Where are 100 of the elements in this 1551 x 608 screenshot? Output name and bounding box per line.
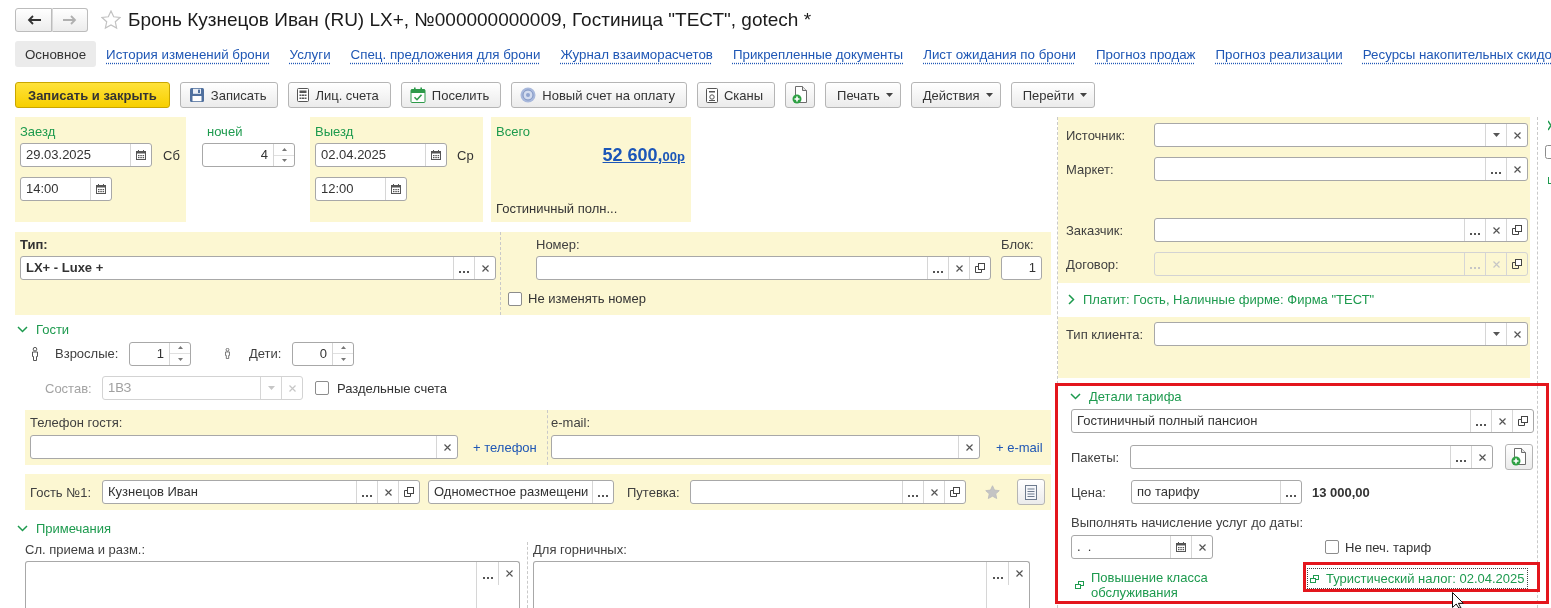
caret-down-icon (177, 357, 183, 361)
field-label: Договор: (1066, 256, 1120, 272)
caret-up-icon (340, 346, 346, 350)
nav-link[interactable]: Журнал взаиморасчетов (550, 41, 723, 67)
cross-icon (1015, 570, 1023, 577)
cross-icon (1513, 330, 1521, 338)
time-field[interactable]: 14:00 (20, 177, 112, 201)
open-window-icon (1518, 416, 1528, 426)
field-label: Блок: (1001, 237, 1035, 252)
field-label: ночей (207, 124, 243, 139)
date-field[interactable]: . . (1071, 535, 1213, 559)
menu-button[interactable]: Действия (910, 82, 1001, 108)
document-button[interactable] (1017, 479, 1045, 505)
nav-link[interactable]: Спец. предложения для брони (340, 41, 551, 67)
input-field[interactable]: Гостиничный полный пансион (1071, 409, 1534, 433)
number-field[interactable]: 4 (202, 143, 295, 167)
caret-down-icon (1492, 133, 1500, 137)
cross-icon (1513, 131, 1521, 139)
field-label: e-mail: (551, 415, 591, 430)
input-field[interactable] (1130, 445, 1493, 469)
toolbar-button[interactable]: Лиц. счета (288, 82, 391, 108)
field-label: Выполнять начисление услуг до даты: (1071, 515, 1304, 530)
toolbar-button[interactable]: Записать (179, 82, 279, 108)
cross-icon (1513, 165, 1521, 173)
input-field[interactable] (536, 256, 991, 280)
input-field[interactable] (30, 435, 458, 459)
cross-icon (1198, 543, 1206, 551)
field-label: Тип клиента: (1066, 326, 1145, 342)
checkbox[interactable] (508, 291, 522, 306)
field-label: Для горничных: (533, 542, 628, 557)
nav-link[interactable]: Прикрепленные документы (722, 41, 914, 67)
open-window-icon (1075, 581, 1084, 589)
input-field[interactable]: Кузнецов Иван (102, 480, 420, 504)
input-field[interactable]: по тарифу (1131, 480, 1302, 504)
date-field[interactable]: 29.03.2025 (20, 143, 152, 167)
calendar-check-icon (409, 87, 426, 103)
input-field[interactable]: LX+ - Luxe + (20, 256, 496, 280)
star-icon[interactable] (985, 484, 1000, 500)
calendar-icon (1176, 542, 1186, 552)
toolbar-button[interactable]: Записать и закрыть (15, 82, 170, 108)
checkbox[interactable] (1325, 540, 1339, 554)
menu-button[interactable]: Перейти (1010, 82, 1096, 108)
nav-link[interactable]: Лист ожидания по брони (913, 41, 1086, 67)
input-field[interactable] (551, 435, 980, 459)
field-label: Номер: (536, 237, 581, 252)
field-label: Источник: (1066, 127, 1127, 143)
add-email-link[interactable]: + e-mail (996, 439, 1043, 455)
nav-link[interactable]: Прогноз продаж (1085, 41, 1206, 67)
checkbox-label: Не изменять номер (528, 291, 646, 306)
toolbar-button[interactable]: Новый счет на оплату (511, 82, 687, 108)
input-field[interactable]: Одноместное размещени (428, 480, 614, 504)
back-button[interactable] (15, 8, 52, 32)
input-field[interactable] (1154, 322, 1528, 346)
caret-down-icon (267, 386, 275, 390)
person-icon (31, 346, 39, 361)
toolbar-button[interactable]: Поселить (400, 82, 502, 108)
input-field[interactable] (1154, 157, 1528, 181)
toolbar-button[interactable]: Сканы (696, 82, 776, 108)
input-field[interactable] (1154, 123, 1528, 147)
toolbar-button[interactable] (785, 82, 816, 108)
caret-down-icon (1080, 93, 1088, 97)
field-label: Гость №1: (30, 484, 93, 500)
arrow-left-icon (26, 15, 41, 25)
cross-icon (505, 570, 513, 577)
time-field[interactable]: 12:00 (315, 177, 407, 201)
section-toggle[interactable]: Гости (15, 320, 70, 338)
number-field[interactable]: 1 (1001, 256, 1042, 280)
checkbox-label: Раздельные счета (337, 380, 448, 396)
star-icon[interactable] (101, 10, 121, 30)
nav-link[interactable]: Основное (15, 41, 97, 67)
price-value: 13 000,00 (1312, 484, 1370, 500)
service-link[interactable]: Туристический налог: 02.04.2025 (1307, 568, 1528, 589)
section-toggle[interactable]: Детали тарифа (1068, 387, 1182, 405)
checkbox[interactable] (315, 381, 329, 395)
add-phone-link[interactable]: + телефон (473, 439, 537, 455)
input-field[interactable] (1154, 218, 1528, 242)
field-label: Заказчик: (1066, 222, 1124, 238)
section-toggle[interactable]: Примечания (15, 519, 112, 537)
nav-link[interactable]: Ресурсы накопительных скидо (1352, 41, 1551, 67)
nav-link[interactable]: Услуги (279, 41, 341, 67)
payer-toggle[interactable]: Платит: Гость, Наличные фирме: Фирма "ТЕСТ" (1066, 290, 1375, 308)
number-field[interactable]: 0 (292, 341, 354, 366)
field-label: Дети: (249, 346, 283, 361)
nav-link[interactable]: Прогноз реализации (1205, 41, 1353, 67)
service-link[interactable]: Повышение класса обслуживания (1075, 568, 1215, 602)
total-amount-link[interactable]: 52 600,00р (602, 145, 685, 166)
nav-link[interactable]: История изменений брони (96, 41, 280, 67)
calendar-icon (431, 150, 441, 160)
menu-button[interactable]: Печать (825, 82, 901, 108)
open-window-icon (1310, 574, 1319, 583)
cross-icon (930, 488, 938, 496)
input-field[interactable] (690, 480, 966, 504)
calendar-icon (96, 184, 106, 194)
open-window-icon (950, 487, 960, 497)
date-field[interactable]: 02.04.2025 (315, 143, 447, 167)
number-field[interactable]: 1 (129, 341, 191, 366)
field-label: Телефон гостя: (30, 415, 124, 430)
field-label: Состав: (45, 380, 93, 396)
add-button[interactable] (1505, 444, 1533, 470)
field-label: Заезд (20, 124, 56, 139)
